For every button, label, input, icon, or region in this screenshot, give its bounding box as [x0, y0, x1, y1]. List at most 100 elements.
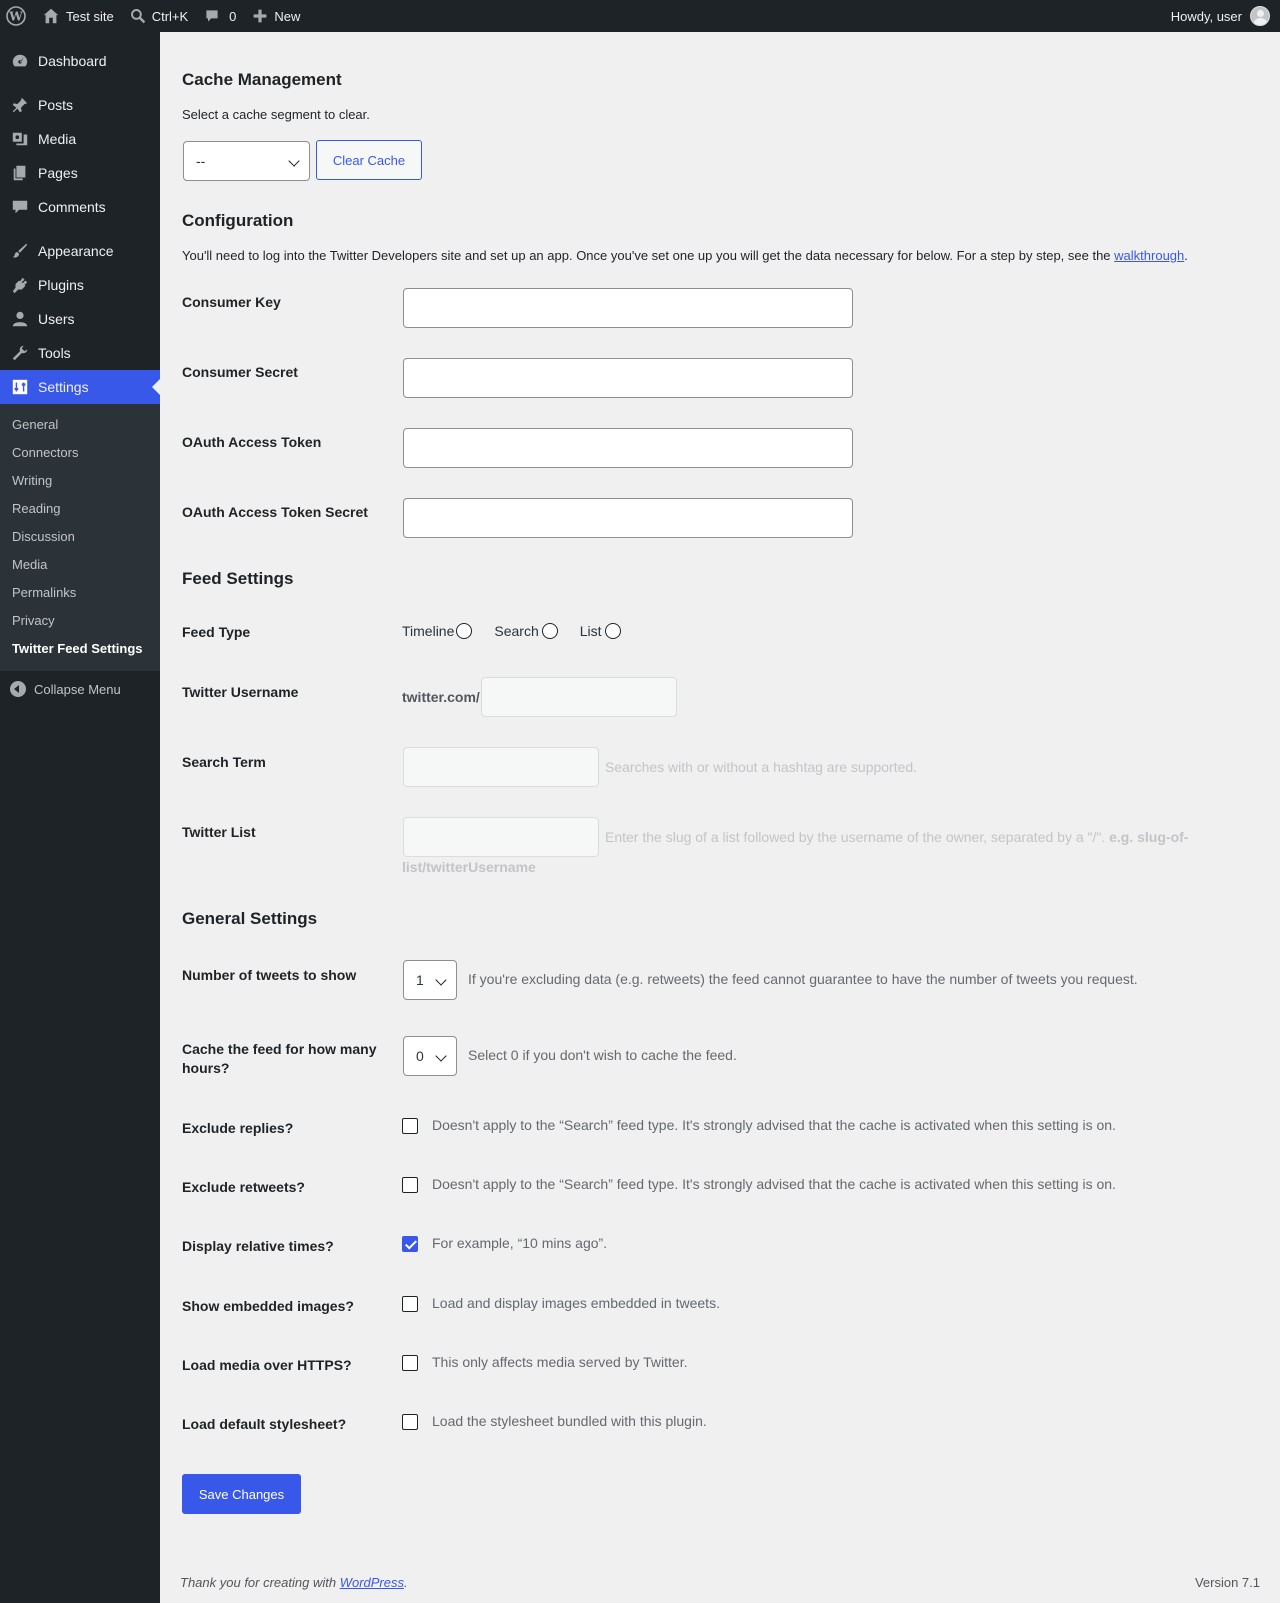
submenu-permalinks[interactable]: Permalinks	[0, 579, 160, 607]
plug-icon	[10, 275, 30, 295]
menu-dashboard[interactable]: Dashboard	[0, 44, 160, 78]
search-term-description: Searches with or without a hashtag are s…	[605, 759, 918, 775]
cache-hours-description: Select 0 if you don't wish to cache the …	[468, 1047, 737, 1063]
intro-end: .	[1184, 248, 1188, 263]
search-term-input[interactable]	[403, 747, 599, 787]
timeline-radio[interactable]	[456, 623, 473, 639]
submenu-general[interactable]: General	[0, 411, 160, 439]
media-icon	[10, 129, 30, 149]
consumer-secret-label: Consumer Secret	[182, 364, 298, 380]
wrench-icon	[10, 343, 30, 363]
tweets-count-description: If you're excluding data (e.g. retweets)…	[468, 971, 1138, 987]
menu-users[interactable]: Users	[0, 302, 160, 336]
https-media-description: This only affects media served by Twitte…	[432, 1354, 688, 1370]
menu-label: Dashboard	[38, 53, 107, 69]
menu-media[interactable]: Media	[0, 122, 160, 156]
menu-tools[interactable]: Tools	[0, 336, 160, 370]
collapse-menu-button[interactable]: Collapse Menu	[0, 679, 160, 699]
feed-type-search[interactable]: Search	[494, 623, 558, 639]
default-stylesheet-description: Load the stylesheet bundled with this pl…	[432, 1413, 707, 1429]
wordpress-logo-icon[interactable]: W	[0, 0, 34, 32]
footer-text: Thank you for creating with	[180, 1575, 340, 1590]
submenu-writing[interactable]: Writing	[0, 467, 160, 495]
wordpress-link[interactable]: WordPress	[340, 1575, 404, 1590]
cache-hours-label-line1: Cache the feed for how many	[182, 1041, 377, 1057]
menu-label: Tools	[38, 345, 71, 361]
search-radio[interactable]	[541, 623, 558, 639]
comments-link[interactable]: 0	[196, 0, 244, 32]
submenu-twitter-feed-settings[interactable]: Twitter Feed Settings	[0, 635, 160, 663]
oauth-token-secret-input[interactable]	[403, 498, 853, 538]
relative-times-checkbox[interactable]	[402, 1236, 418, 1252]
twitter-username-input[interactable]	[481, 677, 677, 717]
consumer-secret-input[interactable]	[403, 358, 853, 398]
general-settings-heading: General Settings	[182, 909, 318, 928]
radio-label: Timeline	[402, 623, 455, 639]
select-value: 1	[416, 972, 424, 988]
clear-cache-button[interactable]: Clear Cache	[316, 140, 422, 180]
chevron-down-icon	[435, 974, 447, 986]
oauth-token-label: OAuth Access Token	[182, 434, 322, 450]
submenu-reading[interactable]: Reading	[0, 495, 160, 523]
relative-times-label: Display relative times?	[182, 1238, 334, 1254]
version-text: Version 7.1	[1194, 1575, 1260, 1590]
submenu-media[interactable]: Media	[0, 551, 160, 579]
submenu-discussion[interactable]: Discussion	[0, 523, 160, 551]
footer-thanks: Thank you for creating with WordPress.	[180, 1575, 408, 1590]
settings-icon	[10, 377, 30, 397]
configuration-intro: You'll need to log into the Twitter Deve…	[182, 248, 1262, 263]
radio-label: Search	[494, 623, 539, 639]
site-name-link[interactable]: Test site	[34, 0, 122, 32]
cache-intro: Select a cache segment to clear.	[182, 107, 370, 122]
oauth-token-input[interactable]	[403, 428, 853, 468]
relative-times-description: For example, “10 mins ago”.	[432, 1235, 608, 1251]
menu-appearance[interactable]: Appearance	[0, 234, 160, 268]
new-content-link[interactable]: New	[244, 0, 308, 32]
menu-comments[interactable]: Comments	[0, 190, 160, 224]
consumer-key-label: Consumer Key	[182, 294, 281, 310]
select-value: 0	[416, 1048, 424, 1064]
walkthrough-link[interactable]: walkthrough	[1114, 248, 1184, 263]
twitter-list-label: Twitter List	[182, 824, 256, 840]
command-palette-button[interactable]: Ctrl+K	[122, 0, 196, 32]
search-term-label: Search Term	[182, 754, 266, 770]
list-desc-example: e.g. slug-of-	[1109, 829, 1189, 845]
menu-label: Pages	[38, 165, 78, 181]
cache-segment-select[interactable]: --	[183, 141, 310, 181]
feed-type-timeline[interactable]: Timeline	[402, 623, 473, 639]
menu-label: Posts	[38, 97, 74, 113]
exclude-replies-checkbox[interactable]	[402, 1118, 418, 1134]
pin-icon	[10, 95, 30, 115]
avatar	[1250, 6, 1270, 26]
submenu-privacy[interactable]: Privacy	[0, 607, 160, 635]
menu-label: Plugins	[38, 277, 84, 293]
feed-type-list[interactable]: List	[580, 623, 621, 639]
save-changes-button[interactable]: Save Changes	[182, 1474, 301, 1514]
chevron-down-icon	[435, 1050, 447, 1062]
admin-bar: W Test site Ctrl+K 0 New Howdy, user	[0, 0, 1280, 32]
https-media-checkbox[interactable]	[402, 1355, 418, 1371]
settings-submenu: General Connectors Writing Reading Discu…	[0, 404, 160, 671]
twitter-list-input[interactable]	[403, 817, 599, 857]
twitter-list-description: Enter the slug of a list followed by the…	[605, 829, 1188, 845]
user-menu[interactable]: Howdy, user	[1171, 6, 1280, 26]
comment-icon	[10, 197, 30, 217]
submenu-connectors[interactable]: Connectors	[0, 439, 160, 467]
username-prefix: twitter.com/	[402, 689, 480, 705]
menu-pages[interactable]: Pages	[0, 156, 160, 190]
menu-settings[interactable]: Settings	[0, 370, 160, 404]
exclude-retweets-checkbox[interactable]	[402, 1177, 418, 1193]
tweets-count-select[interactable]: 1	[403, 960, 457, 1000]
footer-end: .	[404, 1575, 408, 1590]
menu-plugins[interactable]: Plugins	[0, 268, 160, 302]
consumer-key-input[interactable]	[403, 288, 853, 328]
default-stylesheet-checkbox[interactable]	[402, 1414, 418, 1430]
list-radio[interactable]	[604, 623, 621, 639]
embedded-images-checkbox[interactable]	[402, 1296, 418, 1312]
site-name: Test site	[66, 8, 114, 24]
menu-posts[interactable]: Posts	[0, 88, 160, 122]
feed-type-radios: Timeline Search List	[402, 623, 621, 639]
feed-settings-heading: Feed Settings	[182, 569, 294, 588]
cache-hours-select[interactable]: 0	[403, 1036, 457, 1076]
cache-heading: Cache Management	[182, 70, 342, 89]
